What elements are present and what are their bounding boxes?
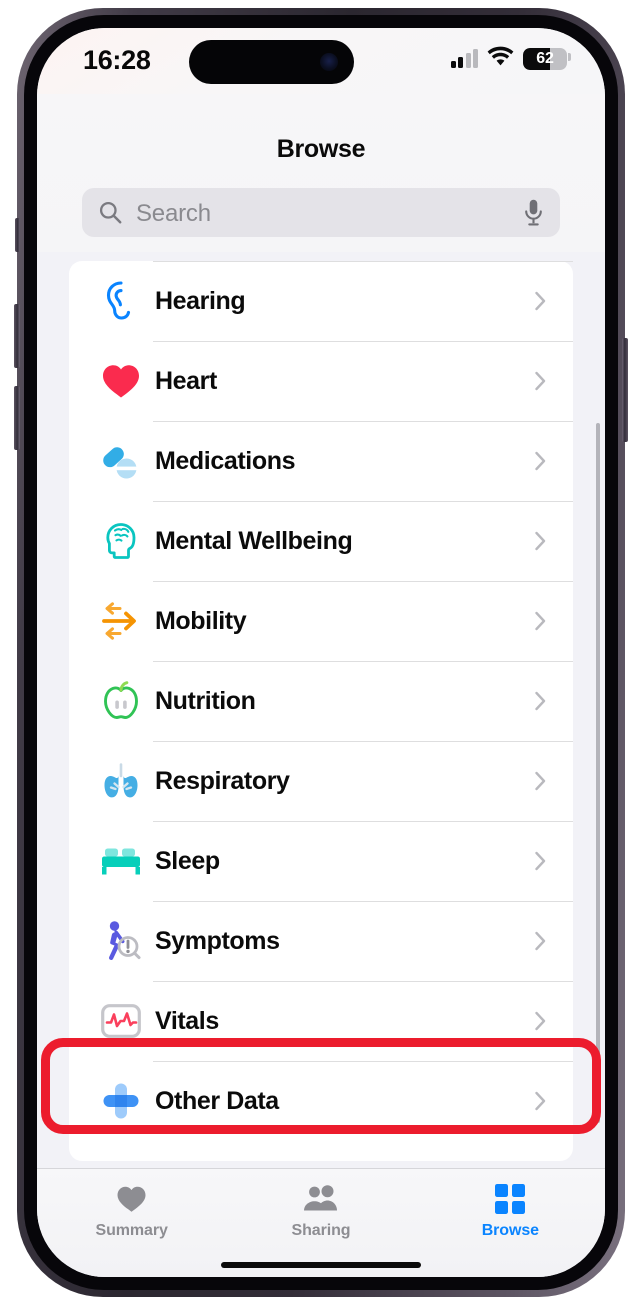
list-item-label: Vitals	[155, 1006, 219, 1035]
row-separator	[153, 901, 573, 902]
list-item-nutrition[interactable]: Nutrition	[69, 661, 573, 741]
status-bar: 16:28 62	[37, 28, 605, 94]
battery-percent-label: 62	[536, 49, 554, 67]
ecg-waveform-icon	[99, 999, 143, 1043]
search-placeholder-text: Search	[136, 200, 211, 227]
list-item-label: Other Data	[155, 1086, 279, 1115]
navigation-header: Browse Search	[37, 94, 605, 252]
front-camera-icon	[320, 53, 338, 71]
cellular-signal-icon	[450, 49, 478, 68]
list-item-vitals[interactable]: Vitals	[69, 981, 573, 1061]
tab-label: Sharing	[291, 1222, 351, 1239]
row-separator	[153, 821, 573, 822]
list-item-other-data[interactable]: Other Data	[69, 1061, 573, 1141]
wifi-icon	[487, 46, 514, 71]
dynamic-island	[189, 40, 354, 84]
pills-icon	[99, 439, 143, 483]
browse-list-scroll-area[interactable]: Hearing Heart Medications Mental Wellbei…	[37, 252, 605, 1168]
list-item-hearing[interactable]: Hearing	[69, 261, 573, 341]
row-separator	[153, 981, 573, 982]
list-item-label: Nutrition	[155, 686, 256, 715]
row-separator	[153, 421, 573, 422]
battery-icon: 62	[523, 47, 567, 70]
list-item-mobility[interactable]: Mobility	[69, 581, 573, 661]
list-item-symptoms[interactable]: Symptoms	[69, 901, 573, 981]
chevron-right-icon	[535, 1011, 546, 1031]
walking-person-icon	[99, 919, 143, 963]
ear-icon	[99, 279, 143, 323]
heart-icon	[99, 359, 143, 403]
list-item-label: Respiratory	[155, 766, 290, 795]
row-separator	[153, 741, 573, 742]
row-separator	[153, 501, 573, 502]
tab-label: Browse	[481, 1222, 539, 1239]
list-item-label: Sleep	[155, 846, 220, 875]
grid-squares-icon	[495, 1183, 526, 1215]
chevron-right-icon	[535, 291, 546, 311]
search-field[interactable]: Search	[82, 188, 560, 237]
volume-up-button[interactable]	[14, 304, 20, 368]
vertical-scrollbar[interactable]	[596, 423, 600, 1123]
heart-filled-icon	[116, 1183, 147, 1215]
battery-nub	[568, 53, 571, 61]
power-button[interactable]	[622, 338, 628, 442]
list-item-label: Mobility	[155, 606, 247, 635]
apple-icon	[99, 679, 143, 723]
screen-bezel: 16:28 62 Browse Search Hearing Heart Med…	[24, 15, 618, 1290]
list-item-label: Heart	[155, 366, 217, 395]
row-separator	[153, 341, 573, 342]
lungs-icon	[99, 759, 143, 803]
silent-switch[interactable]	[15, 218, 20, 252]
chevron-right-icon	[535, 611, 546, 631]
chevron-right-icon	[535, 691, 546, 711]
list-item-label: Symptoms	[155, 926, 280, 955]
home-indicator[interactable]	[221, 1262, 421, 1268]
health-categories-list: Hearing Heart Medications Mental Wellbei…	[69, 261, 573, 1161]
list-item-medications[interactable]: Medications	[69, 421, 573, 501]
list-item-label: Mental Wellbeing	[155, 526, 353, 555]
chevron-right-icon	[535, 931, 546, 951]
status-indicators: 62	[450, 46, 571, 71]
chevron-right-icon	[535, 451, 546, 471]
phone-screen: 16:28 62 Browse Search Hearing Heart Med…	[37, 28, 605, 1277]
status-clock: 16:28	[83, 45, 151, 75]
page-title: Browse	[276, 135, 366, 163]
list-item-sleep[interactable]: Sleep	[69, 821, 573, 901]
row-separator	[153, 581, 573, 582]
search-icon	[99, 201, 122, 224]
row-separator	[153, 261, 573, 262]
chevron-right-icon	[535, 371, 546, 391]
row-separator	[153, 1061, 573, 1062]
tab-browse[interactable]: Browse	[416, 1169, 605, 1277]
tab-bar: Summary Sharing Browse	[37, 1168, 605, 1277]
chevron-right-icon	[535, 851, 546, 871]
brain-head-icon	[99, 519, 143, 563]
tab-summary[interactable]: Summary	[37, 1169, 226, 1277]
tab-sharing[interactable]: Sharing	[226, 1169, 415, 1277]
tab-label: Summary	[95, 1222, 168, 1239]
arrows-icon	[99, 599, 143, 643]
list-item-label: Medications	[155, 446, 296, 475]
chevron-right-icon	[535, 1091, 546, 1111]
microphone-icon[interactable]	[524, 199, 543, 226]
list-item-heart[interactable]: Heart	[69, 341, 573, 421]
bed-icon	[99, 839, 143, 883]
iphone-device-frame: 16:28 62 Browse Search Hearing Heart Med…	[14, 8, 628, 1297]
people-icon	[302, 1183, 339, 1215]
volume-down-button[interactable]	[14, 386, 20, 450]
row-separator	[153, 661, 573, 662]
plus-cross-icon	[99, 1079, 143, 1123]
chevron-right-icon	[535, 531, 546, 551]
list-item-respiratory[interactable]: Respiratory	[69, 741, 573, 821]
list-item-mental-wellbeing[interactable]: Mental Wellbeing	[69, 501, 573, 581]
chevron-right-icon	[535, 771, 546, 791]
list-item-label: Hearing	[155, 286, 246, 315]
